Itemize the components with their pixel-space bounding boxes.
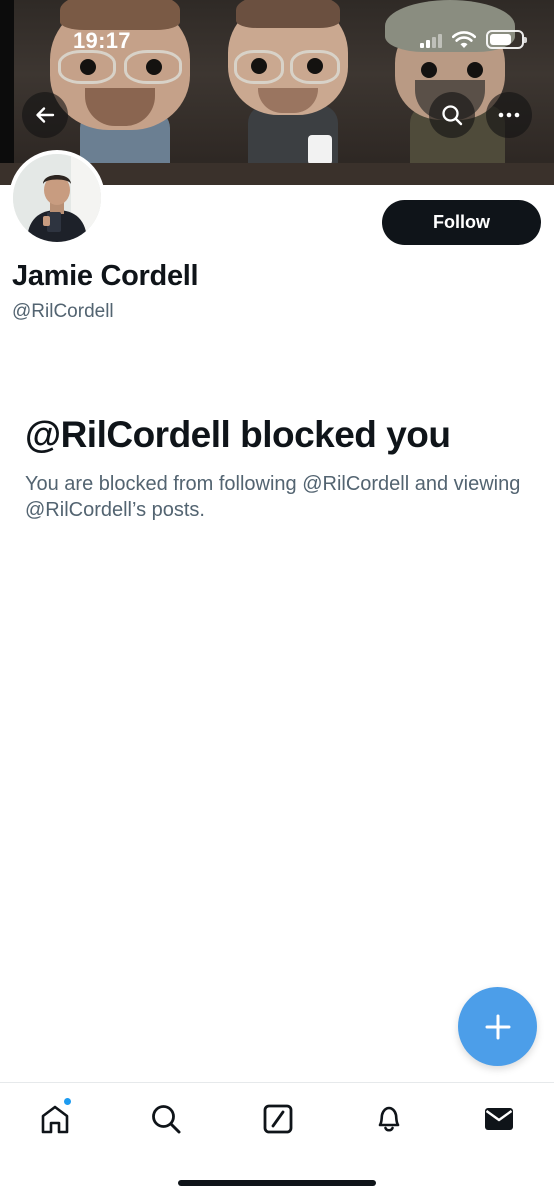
tab-messages[interactable] [477,1097,521,1141]
compose-icon [263,1104,293,1134]
tab-notifications[interactable] [367,1097,411,1141]
tab-compose[interactable] [256,1097,300,1141]
profile-display-name: Jamie Cordell [12,260,199,292]
wifi-icon [452,30,476,48]
banner-figure [228,0,348,185]
search-icon [442,105,463,126]
home-indicator [178,1180,376,1186]
avatar[interactable] [9,150,105,246]
status-time: 19:17 [73,28,131,53]
avatar-photo [13,154,101,242]
battery-icon [486,30,527,49]
profile-handle: @RilCordell [12,301,114,322]
compose-post-fab[interactable] [458,987,537,1066]
more-options-button[interactable] [486,92,532,138]
more-horizontal-icon [498,112,520,118]
tab-search[interactable] [144,1097,188,1141]
search-icon [152,1105,181,1134]
blocked-description: You are blocked from following @RilCorde… [25,473,521,521]
banner-search-button[interactable] [429,92,475,138]
arrow-left-icon [36,107,55,123]
status-icons [420,30,527,49]
cellular-signal-icon [420,32,442,48]
home-icon [41,1105,69,1134]
envelope-icon [485,1108,513,1130]
back-button[interactable] [22,92,68,138]
banner-edge [0,0,14,185]
home-notification-dot [63,1097,72,1106]
blocked-title: @RilCordell blocked you [25,414,451,455]
bell-icon [378,1106,400,1132]
plus-icon [485,1014,510,1039]
follow-button[interactable]: Follow [382,200,541,245]
